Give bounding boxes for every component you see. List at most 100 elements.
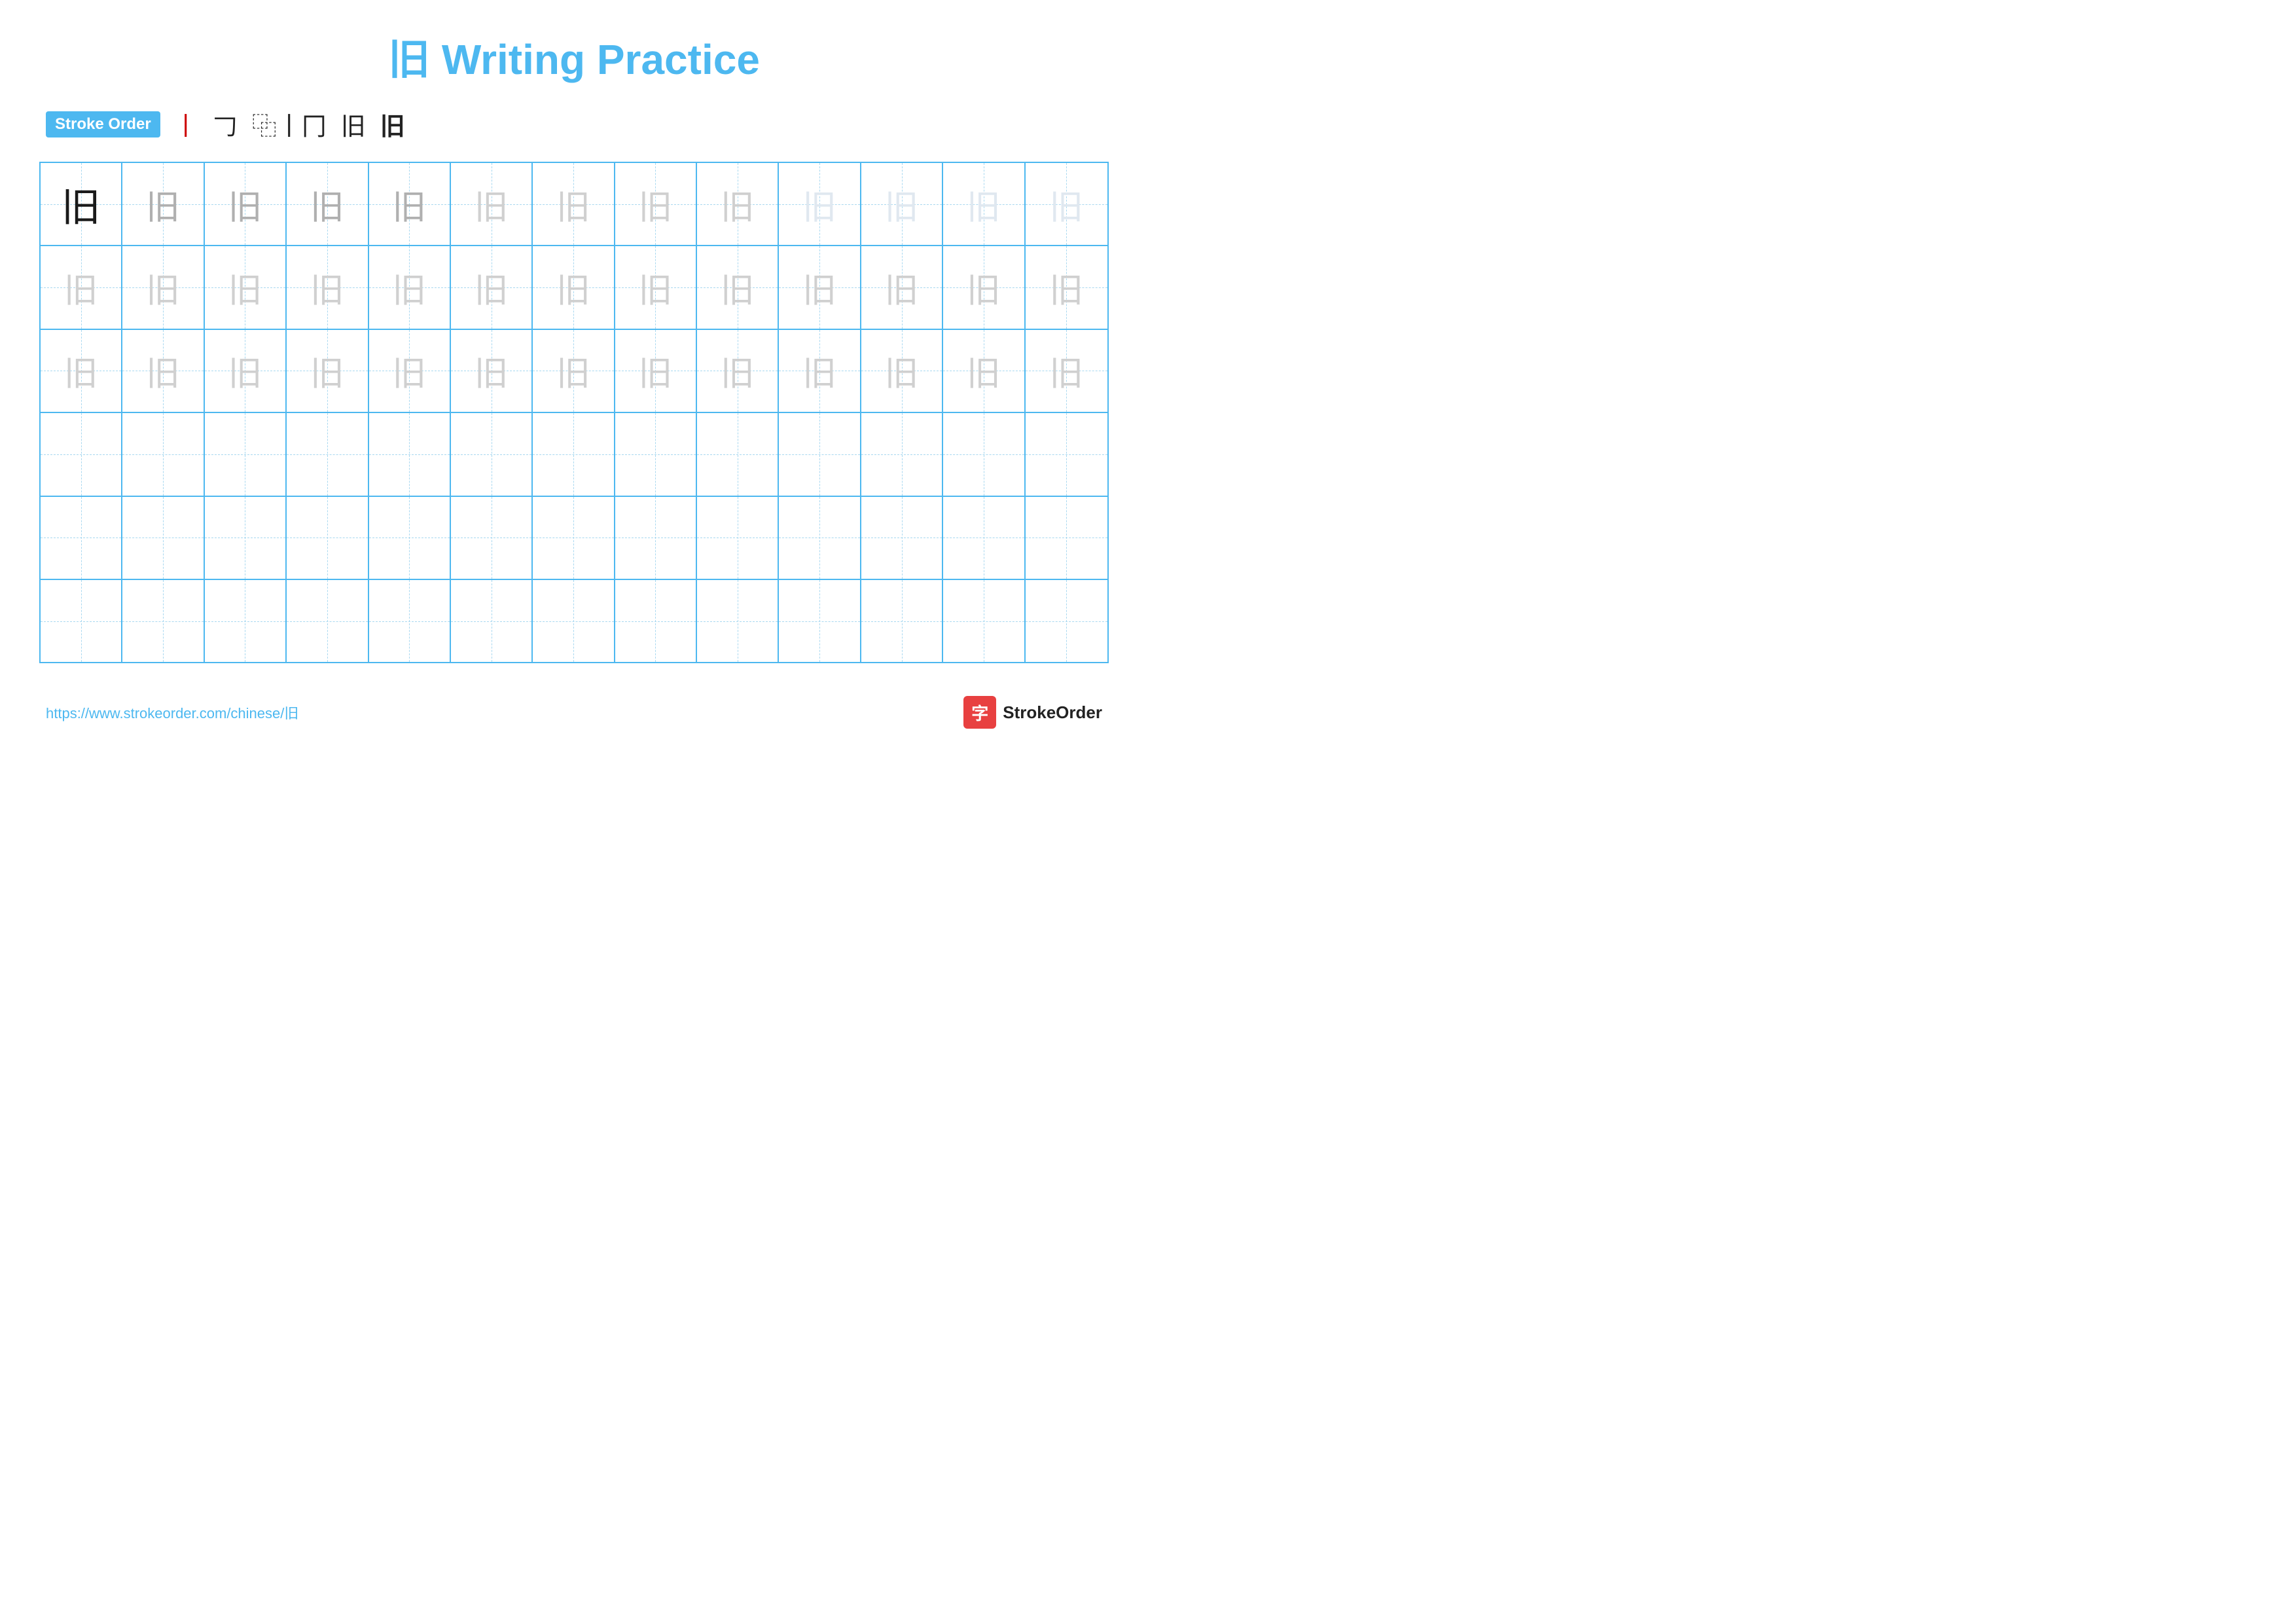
grid-cell[interactable] <box>697 413 779 495</box>
grid-cell[interactable]: 旧 <box>41 163 122 245</box>
grid-cell[interactable] <box>779 580 861 662</box>
cell-character: 旧 <box>228 346 262 395</box>
grid-cell[interactable]: 旧 <box>41 330 122 412</box>
grid-cell[interactable]: 旧 <box>205 163 287 245</box>
stroke-order-section: Stroke Order 丨 𠃌 ⿻丨冂 旧 旧 <box>39 106 1109 142</box>
logo-text: StrokeOrder <box>1003 702 1102 723</box>
grid-cell[interactable] <box>451 580 533 662</box>
stroke-step-4: 旧 <box>341 106 366 142</box>
grid-cell[interactable]: 旧 <box>861 330 943 412</box>
grid-cell[interactable]: 旧 <box>615 163 697 245</box>
grid-cell[interactable] <box>861 497 943 579</box>
grid-cell[interactable] <box>943 413 1025 495</box>
grid-cell[interactable]: 旧 <box>122 330 204 412</box>
grid-row-1[interactable]: 旧旧旧旧旧旧旧旧旧旧旧旧旧 <box>41 246 1107 329</box>
page-title: 旧 Writing Practice <box>388 36 760 83</box>
grid-cell[interactable]: 旧 <box>451 163 533 245</box>
grid-cell[interactable]: 旧 <box>1026 246 1107 328</box>
grid-cell[interactable] <box>369 413 451 495</box>
grid-cell[interactable]: 旧 <box>287 330 368 412</box>
grid-cell[interactable] <box>287 580 368 662</box>
grid-cell[interactable]: 旧 <box>205 330 287 412</box>
grid-cell[interactable] <box>615 497 697 579</box>
grid-cell[interactable] <box>122 580 204 662</box>
grid-cell[interactable]: 旧 <box>943 330 1025 412</box>
grid-cell[interactable] <box>287 413 368 495</box>
grid-cell[interactable] <box>287 497 368 579</box>
grid-cell[interactable]: 旧 <box>369 330 451 412</box>
grid-cell[interactable]: 旧 <box>369 246 451 328</box>
footer-logo: 字 StrokeOrder <box>963 696 1102 729</box>
grid-cell[interactable] <box>369 497 451 579</box>
grid-cell[interactable]: 旧 <box>287 163 368 245</box>
grid-cell[interactable] <box>697 497 779 579</box>
grid-row-4[interactable] <box>41 497 1107 580</box>
grid-cell[interactable]: 旧 <box>533 246 615 328</box>
grid-cell[interactable]: 旧 <box>533 163 615 245</box>
grid-cell[interactable] <box>1026 580 1107 662</box>
grid-cell[interactable] <box>205 413 287 495</box>
grid-cell[interactable]: 旧 <box>615 246 697 328</box>
cell-character: 旧 <box>885 263 919 312</box>
grid-cell[interactable] <box>41 580 122 662</box>
grid-row-2[interactable]: 旧旧旧旧旧旧旧旧旧旧旧旧旧 <box>41 330 1107 413</box>
grid-cell[interactable]: 旧 <box>779 246 861 328</box>
grid-cell[interactable] <box>697 580 779 662</box>
grid-cell[interactable]: 旧 <box>122 246 204 328</box>
grid-cell[interactable] <box>205 580 287 662</box>
grid-cell[interactable] <box>1026 413 1107 495</box>
grid-cell[interactable]: 旧 <box>779 330 861 412</box>
grid-cell[interactable] <box>533 497 615 579</box>
grid-cell[interactable] <box>122 413 204 495</box>
grid-cell[interactable] <box>41 413 122 495</box>
grid-cell[interactable]: 旧 <box>287 246 368 328</box>
cell-character: 旧 <box>556 179 590 228</box>
cell-character: 旧 <box>146 263 180 312</box>
grid-cell[interactable] <box>615 413 697 495</box>
grid-cell[interactable]: 旧 <box>1026 330 1107 412</box>
stroke-step-3: ⿻丨冂 <box>252 106 327 142</box>
grid-cell[interactable] <box>369 580 451 662</box>
grid-cell[interactable] <box>1026 497 1107 579</box>
grid-cell[interactable] <box>451 497 533 579</box>
grid-cell[interactable]: 旧 <box>205 246 287 328</box>
grid-cell[interactable] <box>533 580 615 662</box>
grid-cell[interactable] <box>943 497 1025 579</box>
grid-cell[interactable] <box>779 413 861 495</box>
grid-cell[interactable]: 旧 <box>861 246 943 328</box>
grid-cell[interactable]: 旧 <box>779 163 861 245</box>
grid-cell[interactable]: 旧 <box>861 163 943 245</box>
grid-cell[interactable] <box>943 580 1025 662</box>
grid-cell[interactable]: 旧 <box>122 163 204 245</box>
grid-cell[interactable]: 旧 <box>533 330 615 412</box>
grid-cell[interactable] <box>861 413 943 495</box>
footer-url[interactable]: https://www.strokeorder.com/chinese/旧 <box>46 702 298 723</box>
grid-cell[interactable] <box>533 413 615 495</box>
grid-cell[interactable]: 旧 <box>369 163 451 245</box>
grid-cell[interactable]: 旧 <box>943 246 1025 328</box>
grid-cell[interactable]: 旧 <box>451 330 533 412</box>
cell-character: 旧 <box>721 346 755 395</box>
grid-cell[interactable] <box>451 413 533 495</box>
grid-cell[interactable]: 旧 <box>41 246 122 328</box>
grid-cell[interactable] <box>615 580 697 662</box>
grid-cell[interactable]: 旧 <box>451 246 533 328</box>
grid-row-0[interactable]: 旧旧旧旧旧旧旧旧旧旧旧旧旧 <box>41 163 1107 246</box>
grid-cell[interactable]: 旧 <box>697 163 779 245</box>
grid-cell[interactable]: 旧 <box>943 163 1025 245</box>
grid-row-5[interactable] <box>41 580 1107 662</box>
grid-cell[interactable] <box>861 580 943 662</box>
cell-character: 旧 <box>310 179 344 228</box>
grid-cell[interactable]: 旧 <box>615 330 697 412</box>
grid-cell[interactable] <box>122 497 204 579</box>
grid-cell[interactable]: 旧 <box>1026 163 1107 245</box>
grid-cell[interactable]: 旧 <box>697 330 779 412</box>
grid-cell[interactable] <box>41 497 122 579</box>
footer: https://www.strokeorder.com/chinese/旧 字 … <box>39 696 1109 729</box>
grid-row-3[interactable] <box>41 413 1107 496</box>
grid-cell[interactable]: 旧 <box>697 246 779 328</box>
grid-cell[interactable] <box>779 497 861 579</box>
stroke-order-badge: Stroke Order <box>46 111 160 137</box>
cell-character: 旧 <box>967 179 1001 228</box>
grid-cell[interactable] <box>205 497 287 579</box>
